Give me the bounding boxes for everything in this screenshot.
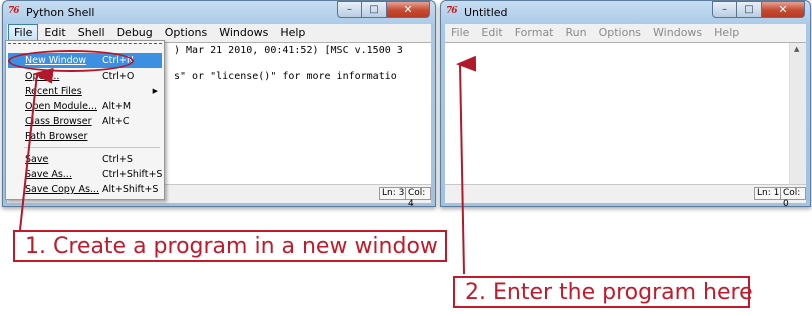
arrow-to-editor-area bbox=[456, 55, 477, 275]
arrow-to-new-window bbox=[19, 67, 54, 231]
callout-step-2: 2. Enter the program here bbox=[453, 276, 753, 308]
annotation-arrows bbox=[19, 55, 477, 275]
callout-step-1: 1. Create a program in a new window bbox=[13, 230, 447, 262]
